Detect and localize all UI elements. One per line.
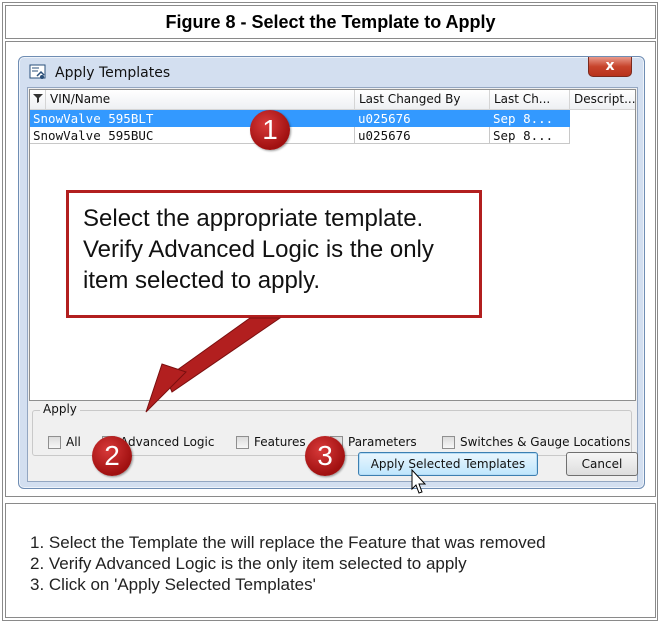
mouse-cursor-icon xyxy=(411,468,427,494)
callout-arrow xyxy=(145,317,282,413)
note-item: 2. Verify Advanced Logic is the only ite… xyxy=(30,554,467,573)
notes-cell: 1. Select the Template the will replace … xyxy=(5,503,656,618)
note-item: 1. Select the Template the will replace … xyxy=(30,533,546,552)
step-badge-1: 1 xyxy=(250,110,290,150)
step-badge-3: 3 xyxy=(305,436,345,476)
notes-list: 1. Select the Template the will replace … xyxy=(30,532,546,595)
step-badge-2: 2 xyxy=(92,436,132,476)
note-item: 3. Click on 'Apply Selected Templates' xyxy=(30,575,316,594)
